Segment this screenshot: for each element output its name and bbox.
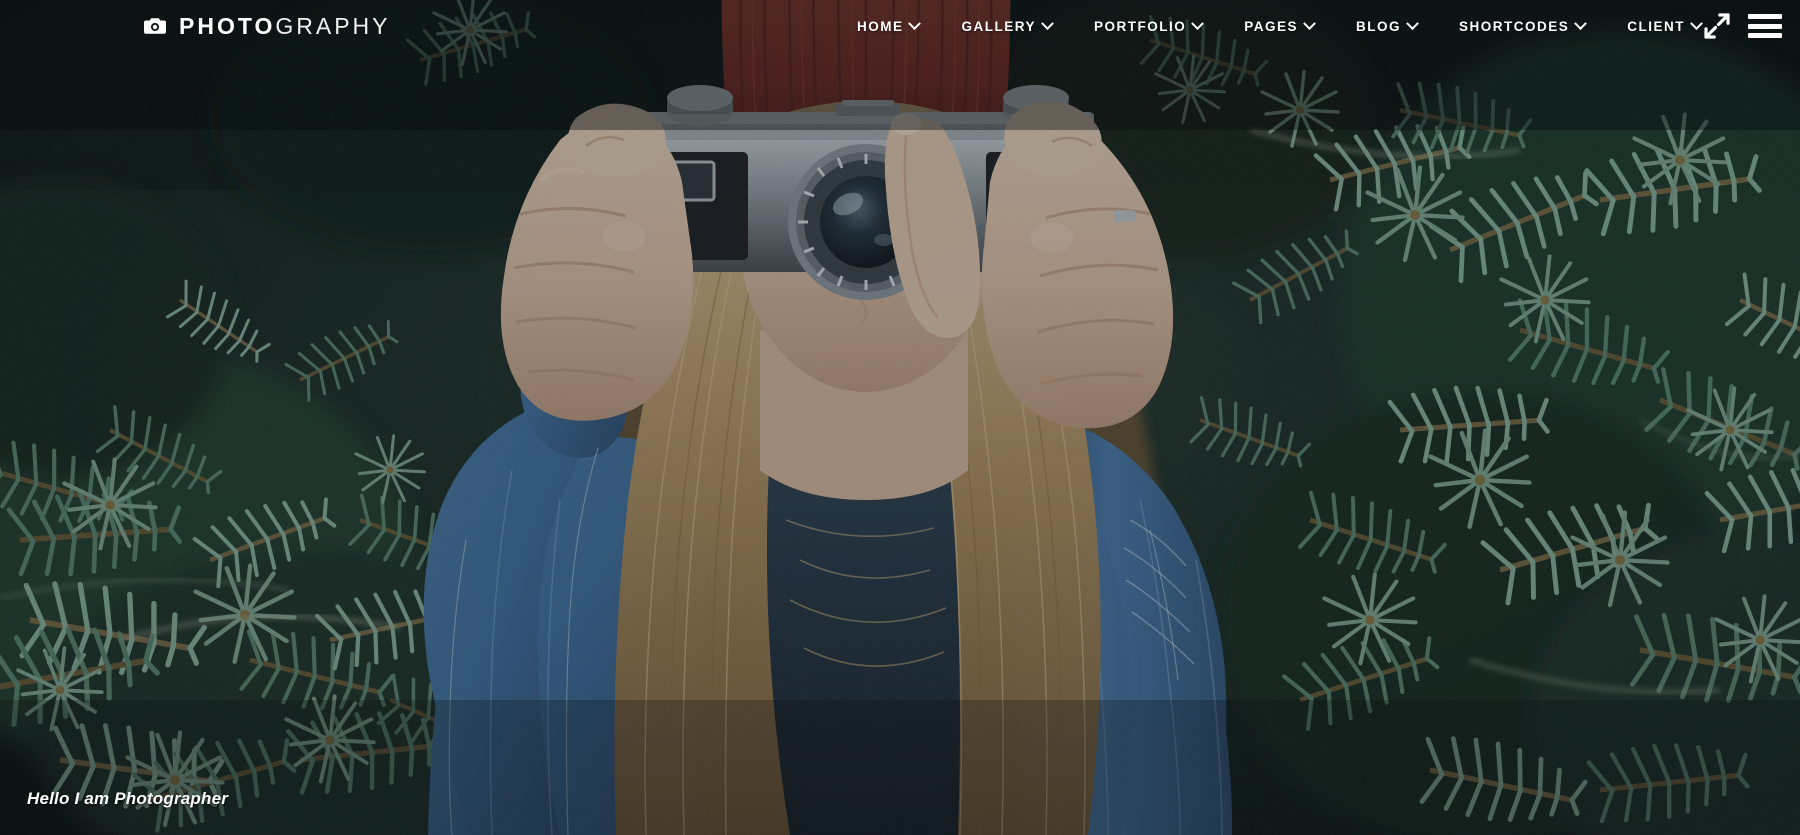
hero-tagline: Hello I am Photographer — [27, 789, 229, 808]
nav-label: PAGES — [1244, 18, 1298, 34]
hamburger-bar — [1748, 23, 1782, 29]
nav-item-gallery[interactable]: GALLERY — [940, 0, 1073, 52]
chevron-down-icon — [1406, 16, 1419, 30]
nav-label: HOME — [856, 18, 904, 34]
expand-fullscreen-icon[interactable] — [1704, 13, 1730, 39]
logo-text-light: GRAPHY — [275, 12, 391, 39]
nav-item-portfolio[interactable]: PORTFOLIO — [1073, 0, 1223, 52]
nav-item-home[interactable]: HOME — [836, 0, 941, 52]
chevron-down-icon — [908, 16, 922, 30]
logo-wordmark: PHOTO GRAPHY — [179, 12, 391, 39]
nav-label: BLOG — [1355, 18, 1401, 34]
main-navigation: HOME GALLERY PORTFOLIO PAGES BLOG SHORTC… — [836, 0, 1722, 52]
site-logo[interactable]: PHOTO GRAPHY — [143, 12, 391, 40]
chevron-down-icon — [1690, 16, 1703, 30]
header-icon-group — [1704, 0, 1782, 52]
hamburger-menu-icon[interactable] — [1748, 14, 1782, 38]
nav-label: SHORTCODES — [1458, 18, 1570, 34]
chevron-down-icon — [1041, 16, 1054, 30]
hero-photo: Contax — [0, 0, 1800, 835]
nav-item-pages[interactable]: PAGES — [1223, 0, 1335, 52]
nav-item-blog[interactable]: BLOG — [1335, 0, 1438, 52]
chevron-down-icon — [1303, 16, 1316, 30]
chevron-down-icon — [1191, 16, 1205, 30]
hamburger-bar — [1748, 33, 1782, 38]
nav-label: CLIENT — [1627, 18, 1685, 34]
chevron-down-icon — [1574, 16, 1588, 30]
camera-icon — [144, 18, 166, 34]
site-header: PHOTO GRAPHY HOME GALLERY PORTFOLIO PAGES… — [0, 0, 1800, 52]
hamburger-bar — [1748, 14, 1782, 19]
nav-item-shortcodes[interactable]: SHORTCODES — [1438, 0, 1606, 52]
page-root: Contax — [0, 0, 1800, 835]
logo-text-bold: PHOTO — [179, 12, 276, 39]
nav-label: PORTFOLIO — [1093, 18, 1187, 34]
nav-label: GALLERY — [961, 18, 1036, 34]
